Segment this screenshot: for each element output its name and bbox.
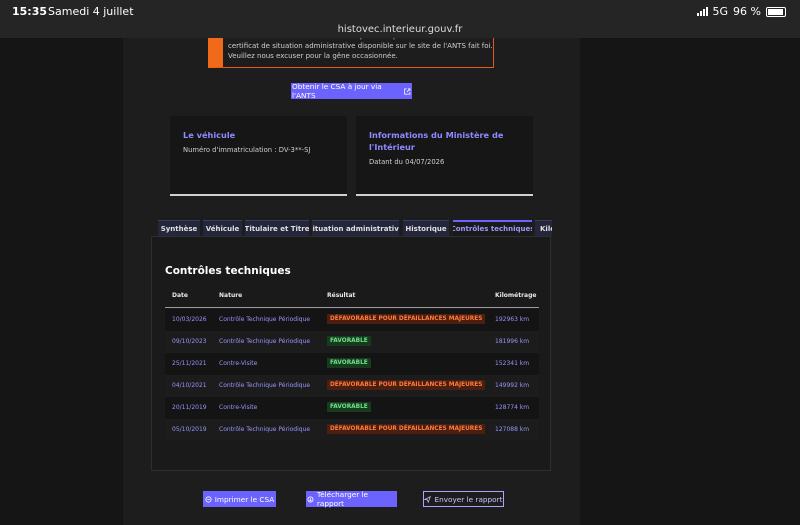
battery-label: 96 % <box>733 5 761 18</box>
ministry-title-line1: Informations du Ministère de <box>369 130 504 140</box>
status-time: 15:35 <box>12 5 48 18</box>
result-badge: DÉFAVORABLE POUR DÉFAILLANCES MAJEURES <box>327 424 486 434</box>
row-nature: Contrôle Technique Périodique <box>219 426 311 433</box>
row-km: 128774 km <box>495 404 530 411</box>
vehicle-card-title: Le véhicule <box>183 130 236 140</box>
vehicle-card: Le véhicule Numéro d'immatriculation : D… <box>170 116 347 196</box>
tab-situation-administrative[interactable]: Situation administrative <box>312 220 399 236</box>
obtain-csa-button[interactable]: Obtenir le CSA à jour via l'ANTS <box>291 82 412 100</box>
ministry-title-line2: l'Intérieur <box>369 142 415 152</box>
header-result: Résultat <box>327 292 356 299</box>
network-label: 5G <box>712 5 729 18</box>
ios-status-bar: 15:35 Samedi 4 juillet 5G 96 % <box>0 0 800 24</box>
print-csa-button[interactable]: Imprimer le CSA <box>203 491 276 507</box>
ministry-card: Informations du Ministère de l'Intérieur… <box>356 116 533 196</box>
result-badge: DÉFAVORABLE POUR DÉFAILLANCES MAJEURES <box>327 380 486 390</box>
row-nature: Contre-Visite <box>219 404 258 411</box>
row-date: 05/10/2019 <box>172 426 207 433</box>
table-row: 05/10/2019 Contrôle Technique Périodique… <box>165 419 539 441</box>
obtain-csa-label: Obtenir le CSA à jour via l'ANTS <box>292 82 382 100</box>
section-title: Contrôles techniques <box>165 265 291 277</box>
send-report-label: Envoyer le rapport <box>434 494 503 504</box>
tab-kilometrage[interactable]: Kilo <box>535 220 552 236</box>
result-badge: FAVORABLE <box>327 358 371 368</box>
status-date: Samedi 4 juillet <box>48 5 134 18</box>
row-km: 152341 km <box>495 360 530 367</box>
row-km: 149992 km <box>495 382 530 389</box>
table-row: 20/11/2019 Contre-Visite FAVORABLE 12877… <box>165 397 539 419</box>
plate-number: Numéro d'immatriculation : DV-3**-SJ <box>183 146 311 154</box>
ministry-date: Datant du 04/07/2026 <box>369 158 445 166</box>
send-icon <box>424 495 432 503</box>
ministry-card-title: Informations du Ministère de l'Intérieur <box>369 129 503 153</box>
tab-synthese[interactable]: Synthèse <box>158 220 200 236</box>
main-content: des données relatives aux véhicules qu'i… <box>123 38 580 525</box>
controles-panel: Contrôles techniques Date Nature Résulta… <box>151 236 551 471</box>
table-row: 04/10/2021 Contrôle Technique Périodique… <box>165 375 539 397</box>
row-km: 192963 km <box>495 316 530 323</box>
url-bar[interactable]: histovec.interieur.gouv.fr <box>0 24 800 38</box>
row-km: 181996 km <box>495 338 530 345</box>
row-nature: Contre-Visite <box>219 360 258 367</box>
result-badge: FAVORABLE <box>327 402 371 412</box>
row-date: 20/11/2019 <box>172 404 207 411</box>
header-date: Date <box>172 292 188 299</box>
row-km: 127088 km <box>495 426 530 433</box>
header-km: Kilométrage <box>495 292 537 299</box>
header-divider <box>165 307 539 308</box>
status-indicators: 5G 96 % <box>696 5 786 18</box>
header-nature: Nature <box>219 292 243 299</box>
external-link-icon <box>404 87 411 95</box>
print-csa-label: Imprimer le CSA <box>214 494 275 504</box>
signal-icon <box>696 7 708 16</box>
row-date: 10/03/2026 <box>172 316 207 323</box>
table-row: 09/10/2023 Contrôle Technique Périodique… <box>165 331 539 353</box>
result-badge: DÉFAVORABLE POUR DÉFAILLANCES MAJEURES <box>327 314 486 324</box>
row-date: 25/11/2021 <box>172 360 207 367</box>
tab-controles-techniques[interactable]: Contrôles techniques <box>453 220 532 236</box>
download-report-button[interactable]: Télécharger le rapport <box>306 490 397 508</box>
row-date: 04/10/2021 <box>172 382 207 389</box>
row-nature: Contrôle Technique Périodique <box>219 338 311 345</box>
row-nature: Contrôle Technique Périodique <box>219 316 311 323</box>
battery-icon <box>766 6 786 17</box>
print-icon <box>205 495 212 503</box>
tab-titulaire[interactable]: Titulaire et Titre <box>245 220 309 236</box>
send-report-button[interactable]: Envoyer le rapport <box>423 491 504 507</box>
download-icon <box>307 495 314 503</box>
table-row: 25/11/2021 Contre-Visite FAVORABLE 15234… <box>165 353 539 375</box>
page-viewport: des données relatives aux véhicules qu'i… <box>0 38 800 525</box>
table-row: 10/03/2026 Contrôle Technique Périodique… <box>165 309 539 331</box>
url-text: histovec.interieur.gouv.fr <box>337 24 463 35</box>
row-date: 09/10/2023 <box>172 338 207 345</box>
download-report-label: Télécharger le rapport <box>316 490 369 508</box>
row-nature: Contrôle Technique Périodique <box>219 382 311 389</box>
alert-text: des données relatives aux véhicules qu'i… <box>228 38 493 60</box>
warning-alert: des données relatives aux véhicules qu'i… <box>208 38 494 68</box>
tab-vehicule[interactable]: Véhicule <box>203 220 242 236</box>
result-badge: FAVORABLE <box>327 336 371 346</box>
tab-historique[interactable]: Historique <box>403 220 449 236</box>
